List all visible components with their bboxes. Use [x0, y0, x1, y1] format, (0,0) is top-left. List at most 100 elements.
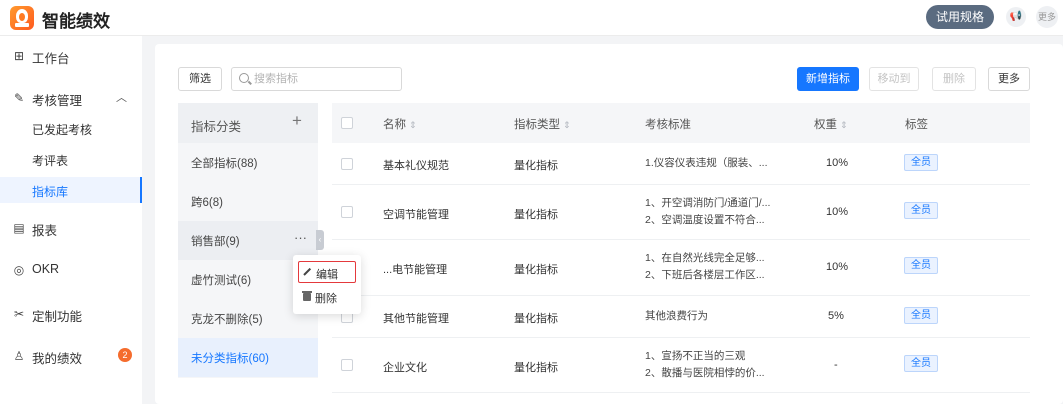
sort-icon: ⇕	[563, 120, 571, 130]
cell-weight: 10%	[826, 206, 849, 218]
main-panel: 筛选 新增指标 移动到 删除 更多 指标分类 + 全部指标(88) 跨6(8) …	[155, 44, 1063, 404]
sidebar-item-okr[interactable]: ◎ OKR	[0, 258, 142, 282]
cell-type: 量化指标	[514, 209, 558, 221]
sidebar-item-workbench[interactable]: ⊞ 工作台	[0, 44, 142, 68]
category-header: 指标分类 +	[178, 103, 318, 143]
category-label: 销售部(9)	[191, 236, 240, 248]
cell-standard-line1: 1、在自然光线完全足够...	[645, 252, 765, 264]
tag-badge: 全员	[904, 307, 938, 324]
table-row[interactable]: 企业文化 量化指标 1、宣扬不正当的三观 2、散播与医院相悖的价... - 全员	[332, 338, 1030, 393]
column-type[interactable]: 指标类型 ⇕	[514, 116, 571, 132]
tag-badge: 全员	[904, 355, 938, 372]
tag-badge: 全员	[904, 202, 938, 219]
table-row[interactable]: 其他节能管理 量化指标 其他浪费行为 5% 全员	[332, 296, 1030, 338]
cell-standard-line2: 2、散播与医院相悖的价...	[645, 367, 765, 379]
grid-icon: ⊞	[13, 49, 25, 63]
pencil-icon	[303, 267, 312, 276]
table-row[interactable]: ...电节能管理 量化指标 1、在自然光线完全足够... 2、下班后各楼层工作区…	[332, 240, 1030, 296]
table-header: 名称 ⇕ 指标类型 ⇕ 考核标准 权重 ⇕ 标签	[332, 103, 1030, 143]
category-label: 跨6(8)	[191, 197, 223, 209]
category-item[interactable]: 全部指标(88)	[178, 143, 318, 182]
tag-badge: 全员	[904, 154, 938, 171]
search-box	[231, 67, 402, 91]
trial-spec-button[interactable]: 试用规格	[926, 5, 994, 29]
cell-name: 其他节能管理	[383, 313, 449, 325]
sidebar-item-label: 工作台	[32, 52, 70, 66]
cell-standard: 其他浪费行为	[645, 310, 708, 322]
table-row[interactable]: 基本礼仪规范 量化指标 1.仪容仪表违规（服装、... 10% 全员	[332, 143, 1030, 185]
sidebar-item-indicator-library[interactable]: 指标库	[0, 177, 142, 203]
app-logo-icon	[10, 6, 34, 30]
top-bar: 智能绩效 试用规格 📢 更多	[0, 0, 1063, 36]
table-row[interactable]: 空调节能管理 量化指标 1、开空调消防门/通道门/... 2、空调温度设置不符合…	[332, 185, 1030, 240]
category-header-title: 指标分类	[191, 120, 242, 134]
chevron-up-icon: ︿	[116, 92, 127, 104]
user-icon: ♙	[13, 349, 25, 363]
category-panel: 指标分类 + 全部指标(88) 跨6(8) 销售部(9) ··· 虚竹测试(6)…	[178, 103, 318, 378]
assessment-icon: ✎	[13, 91, 25, 105]
cell-type: 量化指标	[514, 313, 558, 325]
sidebar-item-label: 我的绩效	[32, 352, 83, 366]
sidebar-item-evaluation-form[interactable]: 考评表	[0, 146, 142, 172]
cell-weight: -	[834, 359, 838, 371]
delete-menu-item[interactable]: 删除	[298, 286, 356, 308]
column-tag: 标签	[905, 119, 928, 131]
menu-item-label: 删除	[315, 293, 337, 305]
edit-menu-item[interactable]: 编辑	[298, 261, 356, 283]
notification-badge: 2	[118, 348, 132, 362]
sidebar-item-label: 指标库	[32, 185, 69, 199]
cell-standard-line2: 2、空调温度设置不符合...	[645, 214, 765, 226]
cell-standard: 1.仪容仪表违规（服装、...	[645, 157, 768, 169]
add-indicator-button[interactable]: 新增指标	[797, 67, 859, 91]
search-input[interactable]	[254, 71, 394, 87]
megaphone-icon[interactable]: 📢	[1006, 7, 1026, 27]
category-context-menu: 编辑 删除	[293, 255, 361, 314]
sidebar-item-label: OKR	[32, 262, 60, 276]
sidebar-item-assessment[interactable]: ✎ 考核管理 ︿	[0, 86, 142, 110]
cell-name: ...电节能管理	[383, 264, 448, 276]
more-actions-button[interactable]: 更多	[988, 67, 1030, 91]
collapse-panel-icon[interactable]: ‹	[316, 230, 324, 250]
row-checkbox[interactable]	[341, 158, 353, 170]
filter-button[interactable]: 筛选	[178, 67, 222, 91]
category-item[interactable]: 未分类指标(60)	[178, 338, 318, 377]
delete-button[interactable]: 删除	[932, 67, 976, 91]
sidebar-item-label: 考评表	[32, 154, 69, 168]
customize-icon: ✂	[13, 307, 25, 321]
sidebar-item-label: 报表	[32, 224, 58, 238]
add-category-icon[interactable]: +	[292, 111, 302, 131]
category-label: 全部指标(88)	[191, 158, 258, 170]
cell-weight: 10%	[826, 261, 849, 273]
cell-standard-line2: 2、下班后各楼层工作区...	[645, 269, 765, 281]
trash-icon	[302, 291, 312, 301]
row-checkbox[interactable]	[341, 206, 353, 218]
sort-icon: ⇕	[840, 120, 848, 130]
move-to-button[interactable]: 移动到	[869, 67, 919, 91]
sidebar-item-launched[interactable]: 已发起考核	[0, 115, 142, 141]
cell-name: 空调节能管理	[383, 209, 449, 221]
cell-standard-line1: 1、宣扬不正当的三观	[645, 350, 746, 362]
column-weight[interactable]: 权重 ⇕	[814, 116, 848, 132]
column-name[interactable]: 名称 ⇕	[383, 116, 417, 132]
cell-standard-line1: 1、开空调消防门/通道门/...	[645, 197, 771, 209]
select-all-checkbox[interactable]	[341, 117, 353, 129]
sort-icon: ⇕	[409, 120, 417, 130]
category-item[interactable]: 跨6(8)	[178, 182, 318, 221]
cell-weight: 5%	[828, 310, 844, 322]
report-icon: ▤	[13, 221, 25, 235]
target-icon: ◎	[13, 263, 25, 277]
sidebar-item-my-performance[interactable]: ♙ 我的绩效 2	[0, 344, 142, 368]
search-icon	[239, 73, 249, 83]
cell-type: 量化指标	[514, 160, 558, 172]
sidebar-item-customize[interactable]: ✂ 定制功能	[0, 302, 142, 326]
sidebar: ⊞ 工作台 ✎ 考核管理 ︿ 已发起考核 考评表 指标库 ▤ 报表 ◎ OKR …	[0, 36, 142, 404]
more-button[interactable]: 更多	[1036, 6, 1058, 28]
cell-name: 企业文化	[383, 362, 427, 374]
more-dots-icon[interactable]: ···	[294, 230, 307, 245]
cell-type: 量化指标	[514, 362, 558, 374]
tag-badge: 全员	[904, 257, 938, 274]
row-checkbox[interactable]	[341, 359, 353, 371]
indicator-table: 名称 ⇕ 指标类型 ⇕ 考核标准 权重 ⇕ 标签 基本礼仪规范 量化指标 1.仪容仪表…	[332, 103, 1030, 393]
sidebar-item-report[interactable]: ▤ 报表	[0, 216, 142, 240]
category-label: 虚竹测试(6)	[191, 275, 252, 287]
